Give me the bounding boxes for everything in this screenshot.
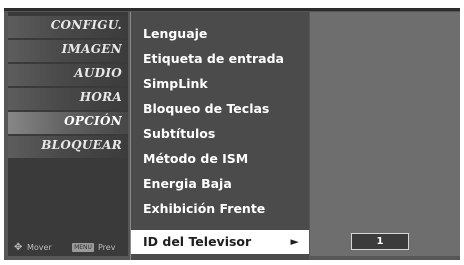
top-border	[4, 8, 460, 11]
menu-item-lenguaje[interactable]: Lenguaje	[131, 22, 309, 46]
category-label: AUDIO	[74, 66, 122, 80]
category-sidebar: CONFIGU. IMAGEN AUDIO HORA OPCIÓN BLOQUE…	[8, 12, 128, 256]
category-label: CONFIGU.	[50, 18, 122, 32]
menu-item-bloqueo-de-teclas[interactable]: Bloqueo de Teclas	[131, 97, 309, 121]
category-hora[interactable]: HORA	[8, 88, 128, 110]
menu-key-icon: MENU	[72, 243, 94, 252]
category-label: OPCIÓN	[64, 114, 122, 128]
category-label: BLOQUEAR	[41, 138, 122, 152]
menu-item-label: Etiqueta de entrada	[143, 51, 284, 66]
category-imagen[interactable]: IMAGEN	[8, 40, 128, 62]
menu-item-energia-baja[interactable]: Energia Baja	[131, 172, 309, 196]
navigation-hint: ✥ Mover MENU Prev	[12, 240, 130, 256]
menu-item-label: Exhibición Frente	[143, 201, 266, 216]
menu-item-label: SimpLink	[143, 76, 208, 91]
category-configu[interactable]: CONFIGU.	[8, 16, 128, 38]
menu-item-id-del-televisor[interactable]: ID del Televisor ►	[131, 230, 309, 254]
move-arrows-icon: ✥	[14, 242, 23, 253]
category-label: IMAGEN	[61, 42, 122, 56]
menu-item-label: Método de ISM	[143, 151, 249, 166]
menu-item-subtitulos[interactable]: Subtítulos	[131, 122, 309, 146]
value-panel	[310, 12, 460, 256]
category-audio[interactable]: AUDIO	[8, 64, 128, 86]
category-bloquear[interactable]: BLOQUEAR	[8, 136, 128, 158]
menu-item-etiqueta-de-entrada[interactable]: Etiqueta de entrada	[131, 47, 309, 71]
menu-item-label: Bloqueo de Teclas	[143, 101, 270, 116]
move-label: Mover	[27, 243, 52, 252]
tv-menu-screen: CONFIGU. IMAGEN AUDIO HORA OPCIÓN BLOQUE…	[4, 8, 460, 260]
category-label: HORA	[79, 90, 122, 104]
arrow-right-icon: ►	[290, 235, 299, 248]
option-submenu: Lenguaje Etiqueta de entrada SimpLink Bl…	[130, 12, 309, 260]
menu-item-label: Subtítulos	[143, 126, 216, 141]
menu-item-exhibicion-frente[interactable]: Exhibición Frente	[131, 197, 309, 221]
menu-item-metodo-de-ism[interactable]: Método de ISM	[131, 147, 309, 171]
menu-item-simplink[interactable]: SimpLink	[131, 72, 309, 96]
menu-item-label: Energia Baja	[143, 176, 232, 191]
tv-id-value-field[interactable]: 1	[351, 233, 409, 250]
prev-label: Prev	[98, 243, 116, 252]
menu-item-label: ID del Televisor	[143, 234, 252, 249]
menu-item-label: Lenguaje	[143, 26, 208, 41]
category-opcion[interactable]: OPCIÓN	[8, 112, 128, 134]
